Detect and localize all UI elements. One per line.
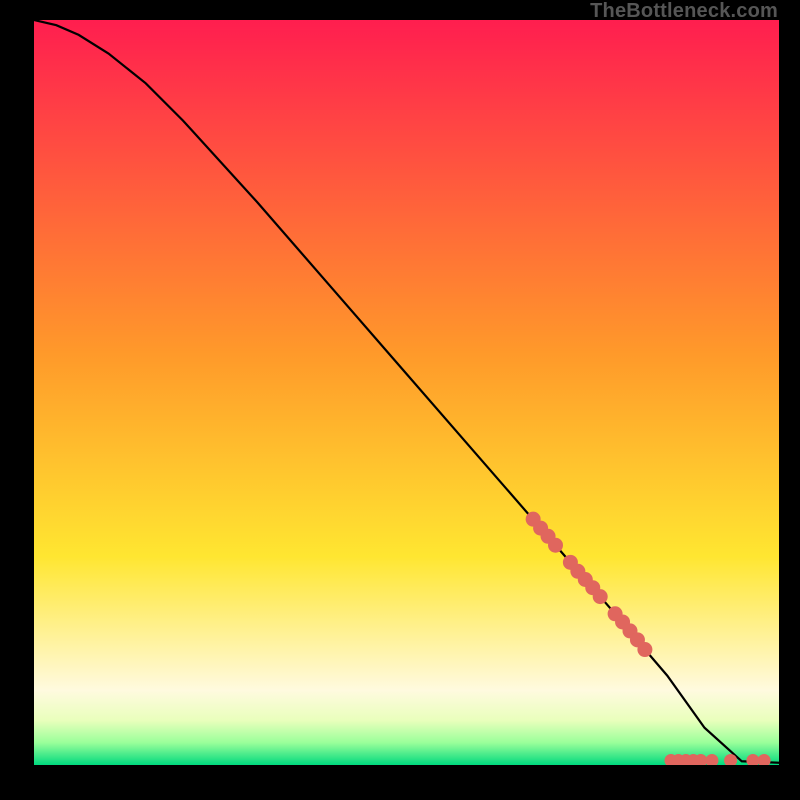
chart-frame: TheBottleneck.com xyxy=(0,0,800,800)
data-marker xyxy=(548,538,563,553)
bottleneck-chart xyxy=(34,20,779,765)
gradient-background xyxy=(34,20,779,765)
data-marker xyxy=(637,642,652,657)
data-marker xyxy=(593,589,608,604)
